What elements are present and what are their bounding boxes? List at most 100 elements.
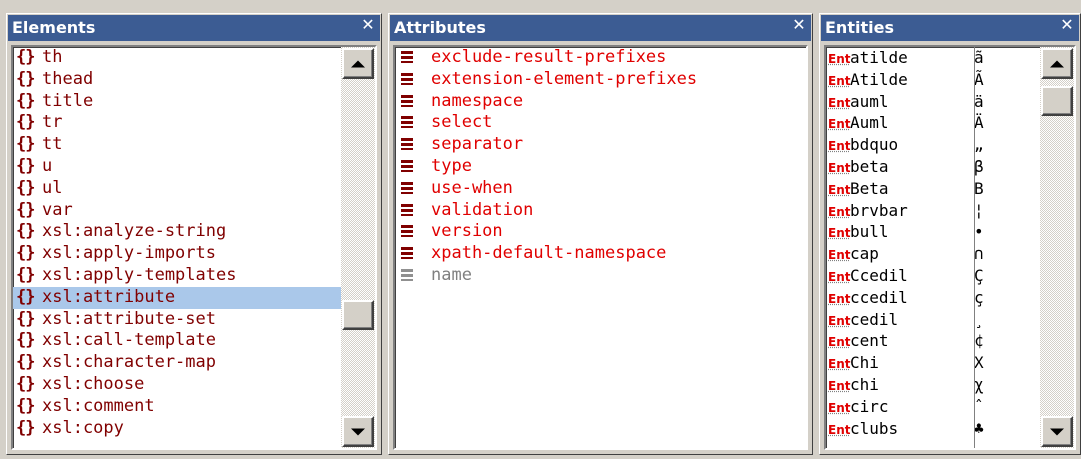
element-list-item[interactable]: {} xsl:copy <box>13 418 341 440</box>
entity-char: χ <box>974 374 984 394</box>
xml-element-brace-icon: {} <box>16 286 35 307</box>
element-label: ul <box>42 177 63 198</box>
entity-tag-icon: Ent <box>828 226 851 241</box>
entity-list-item[interactable]: Entcent ¢ <box>826 330 1040 352</box>
element-label: xsl:attribute-set <box>42 308 216 329</box>
attributes-titlebar[interactable]: Attributes ✕ <box>390 15 811 41</box>
close-icon[interactable]: ✕ <box>359 15 377 34</box>
entity-list-item[interactable]: Entbull • <box>826 221 1040 243</box>
xml-element-brace-icon: {} <box>16 68 35 89</box>
entity-char: ¸ <box>974 309 984 329</box>
attribute-list-item[interactable]: namespace <box>395 91 806 113</box>
element-list-item[interactable]: {} tt <box>13 134 341 156</box>
attribute-list-item[interactable]: extension-element-prefixes <box>395 69 806 91</box>
element-list-item[interactable]: {} title <box>13 91 341 113</box>
xml-element-brace-icon: {} <box>16 90 35 111</box>
entity-list-item[interactable]: EntAuml Ä <box>826 112 1040 134</box>
scroll-up-button[interactable] <box>342 48 374 79</box>
entities-titlebar[interactable]: Entities ✕ <box>821 15 1079 41</box>
entity-name: clubs <box>850 418 899 438</box>
attributes-title: Attributes <box>394 18 486 37</box>
entity-list-item[interactable]: Entcirc ˆ <box>826 396 1040 418</box>
entity-list-item[interactable]: Entchi χ <box>826 374 1040 396</box>
entity-tag-icon: Ent <box>828 400 851 415</box>
attribute-equals-icon <box>401 225 413 238</box>
element-label: xsl:choose <box>42 373 145 394</box>
entity-list-item[interactable]: Entclubs ♣ <box>826 418 1040 440</box>
entities-scrollbar[interactable] <box>1040 47 1074 448</box>
entity-list-item[interactable]: EntChi Χ <box>826 352 1040 374</box>
entity-name: atilde <box>850 48 908 67</box>
entity-name: Auml <box>850 113 889 133</box>
element-list-item[interactable]: {} xsl:apply-imports <box>13 243 341 265</box>
entity-tag-icon: Ent <box>828 73 851 88</box>
entity-tag-icon: Ent <box>828 139 851 154</box>
entity-name: ccedil <box>850 287 908 307</box>
attribute-list-item[interactable]: use-when <box>395 178 806 200</box>
entity-list-item[interactable]: Entbrvbar ¦ <box>826 200 1040 222</box>
entity-name: brvbar <box>850 200 908 220</box>
entity-char: ∩ <box>974 244 984 264</box>
element-list-item[interactable]: {} xsl:attribute-set <box>13 309 341 331</box>
entity-list-item[interactable]: Entauml ä <box>826 91 1040 113</box>
element-list-item[interactable]: {} thead <box>13 69 341 91</box>
close-icon[interactable]: ✕ <box>790 15 808 34</box>
attribute-equals-icon <box>401 72 413 85</box>
entity-list-item[interactable]: EntAtilde Ã <box>826 69 1040 91</box>
element-list-item[interactable]: {} th <box>13 47 341 69</box>
element-list-item[interactable]: {} u <box>13 156 341 178</box>
element-list-item[interactable]: {} xsl:analyze-string <box>13 221 341 243</box>
element-list-item[interactable]: {} tr <box>13 112 341 134</box>
attribute-equals-icon <box>401 159 413 172</box>
attribute-list-item[interactable]: select <box>395 112 806 134</box>
entities-list[interactable]: Entatilde ã EntAtilde Ã Entauml ä EntAuml Ä Entb… <box>826 47 1040 448</box>
attribute-list-item[interactable]: version <box>395 221 806 243</box>
entity-list-item[interactable]: Entbdquo „ <box>826 134 1040 156</box>
element-list-item[interactable]: {} xsl:comment <box>13 396 341 418</box>
attribute-list-item[interactable]: separator <box>395 134 806 156</box>
entity-list-item[interactable]: Entccedil ç <box>826 287 1040 309</box>
element-list-item[interactable]: {} var <box>13 200 341 222</box>
attribute-list-item[interactable]: name <box>395 265 806 287</box>
element-list-item[interactable]: {} xsl:character-map <box>13 352 341 374</box>
attribute-equals-icon <box>401 203 413 216</box>
xml-element-brace-icon: {} <box>16 264 35 285</box>
attribute-equals-icon <box>401 268 413 281</box>
close-icon[interactable]: ✕ <box>1058 15 1076 34</box>
element-list-item[interactable]: {} xsl:attribute <box>13 286 341 309</box>
element-list-item[interactable]: {} xsl:choose <box>13 374 341 396</box>
attribute-list-item[interactable]: type <box>395 156 806 178</box>
elements-scrollbar[interactable] <box>341 47 375 448</box>
attribute-list-item[interactable]: xpath-default-namespace <box>395 243 806 265</box>
attributes-panel: Attributes ✕ exclude-result-prefixes exte… <box>388 13 813 455</box>
entity-char: ¦ <box>974 200 984 220</box>
attribute-label: use-when <box>431 177 513 198</box>
elements-titlebar[interactable]: Elements ✕ <box>8 15 380 41</box>
element-list-item[interactable]: {} ul <box>13 178 341 200</box>
entity-list-item[interactable]: Entatilde ã <box>826 47 1040 69</box>
element-list-item[interactable]: {} xsl:call-template <box>13 330 341 352</box>
xml-element-brace-icon: {} <box>16 308 35 329</box>
attribute-list-item[interactable]: validation <box>395 200 806 222</box>
entity-list-item[interactable]: Entbeta β <box>826 156 1040 178</box>
scroll-thumb[interactable] <box>342 299 374 330</box>
entity-char: • <box>974 222 984 242</box>
scroll-thumb[interactable] <box>1041 86 1073 117</box>
scroll-down-button[interactable] <box>1041 416 1073 447</box>
scroll-up-button[interactable] <box>1041 48 1073 79</box>
elements-list[interactable]: {} th{} thead{} title{} tr{} tt{} u{} ul{} var{}… <box>13 47 341 448</box>
entity-list-item[interactable]: EntBeta Β <box>826 178 1040 200</box>
scroll-down-button[interactable] <box>342 416 374 447</box>
arrow-up-icon <box>351 60 365 67</box>
entity-list-item[interactable]: Entcedil ¸ <box>826 309 1040 331</box>
entity-list-item[interactable]: EntCcedil Ç <box>826 265 1040 287</box>
attributes-list[interactable]: exclude-result-prefixes extension-element… <box>395 47 806 448</box>
xml-element-brace-icon: {} <box>16 155 35 176</box>
entity-list-item[interactable]: Entcap ∩ <box>826 243 1040 265</box>
element-label: xsl:analyze-string <box>42 221 227 242</box>
element-label: u <box>42 155 53 176</box>
element-list-item[interactable]: {} xsl:apply-templates <box>13 265 341 287</box>
xml-element-brace-icon: {} <box>16 134 35 155</box>
attribute-list-item[interactable]: exclude-result-prefixes <box>395 47 806 69</box>
entity-tag-icon: Ent <box>828 291 851 306</box>
